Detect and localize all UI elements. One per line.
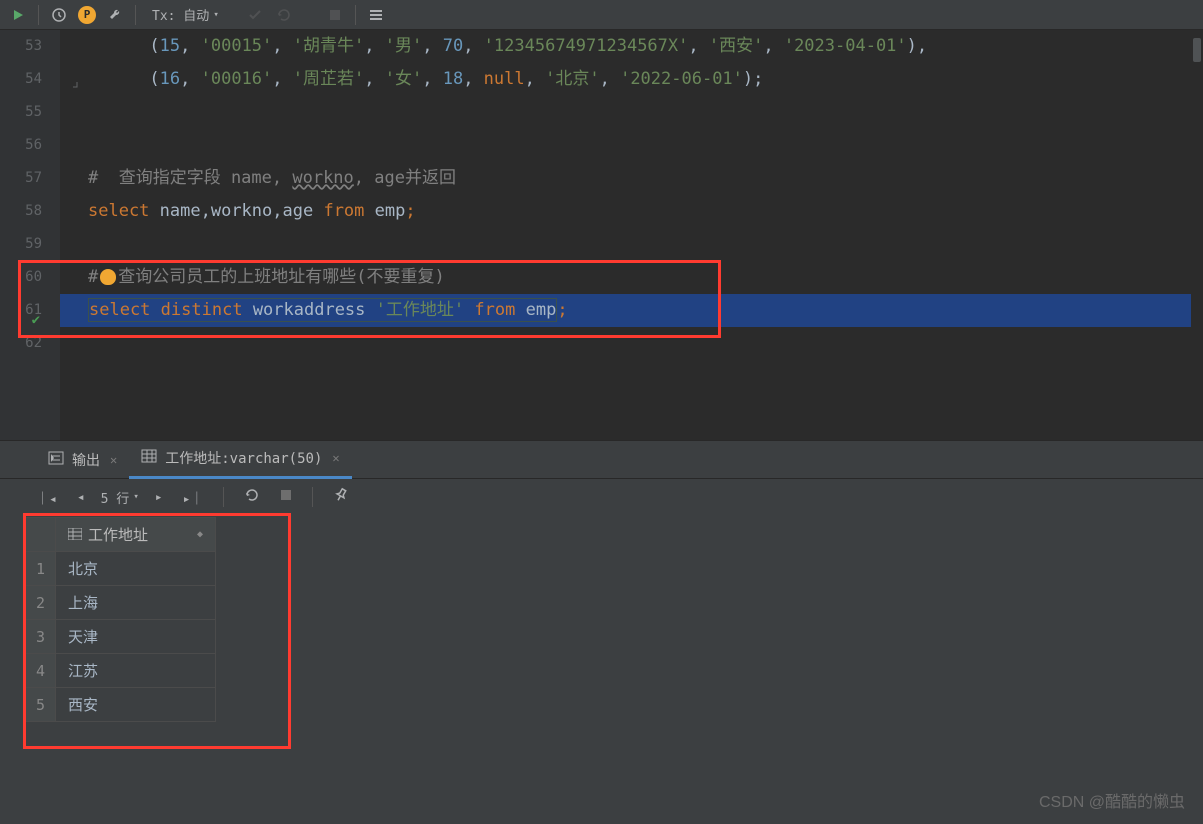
- reload-button[interactable]: [240, 487, 264, 507]
- history-button[interactable]: [47, 3, 71, 27]
- results-toolbar: ｜◂ ◂ 5 行 ▾ ▸ ▸｜: [0, 479, 1203, 515]
- row-count-dropdown[interactable]: 5 行 ▾: [101, 488, 139, 507]
- sort-icon[interactable]: ◆: [197, 529, 203, 540]
- pin-button[interactable]: [329, 487, 353, 507]
- wrench-button[interactable]: [103, 3, 127, 27]
- results-tab-bar: 输出 ✕ 工作地址:varchar(50) ✕: [0, 441, 1203, 479]
- table-icon: [68, 526, 82, 544]
- run-button[interactable]: [6, 3, 30, 27]
- tx-label-text: Tx: 自动: [152, 5, 209, 24]
- output-icon: [48, 451, 64, 469]
- corner-cell: [26, 518, 56, 552]
- stop-button[interactable]: [323, 3, 347, 27]
- row-count-label: 5 行: [101, 488, 130, 507]
- code-editor[interactable]: 53 54 55 56 57 58 59 60 61 ✔ 62 (15, '00…: [0, 30, 1203, 440]
- chevron-down-icon: ▾: [133, 492, 138, 502]
- tx-mode-dropdown[interactable]: Tx: 自动 ▾: [152, 5, 219, 24]
- table-row[interactable]: 3天津: [26, 620, 216, 654]
- stop-result-button[interactable]: [276, 489, 296, 505]
- output-tab[interactable]: 输出 ✕: [36, 441, 129, 479]
- intention-bulb-icon[interactable]: [100, 269, 116, 285]
- next-page-button[interactable]: ▸: [151, 490, 167, 505]
- main-toolbar: P Tx: 自动 ▾: [0, 0, 1203, 30]
- table-row[interactable]: 2上海: [26, 586, 216, 620]
- profile-badge[interactable]: P: [75, 3, 99, 27]
- last-page-button[interactable]: ▸｜: [179, 488, 208, 507]
- column-header[interactable]: 工作地址 ◆: [56, 518, 216, 552]
- results-table[interactable]: 工作地址 ◆ 1北京 2上海 3天津 4江苏 5西安: [25, 517, 216, 722]
- column-name: 工作地址: [88, 524, 148, 545]
- output-tab-label: 输出: [72, 450, 100, 470]
- chevron-down-icon: ▾: [213, 10, 218, 20]
- result-tab-label: 工作地址:varchar(50): [165, 448, 322, 468]
- code-content[interactable]: (15, '00015', '胡青牛', '男', 70, '123456749…: [60, 30, 1203, 440]
- first-page-button[interactable]: ｜◂: [32, 488, 61, 507]
- table-row[interactable]: 4江苏: [26, 654, 216, 688]
- results-panel: 输出 ✕ 工作地址:varchar(50) ✕ ｜◂ ◂ 5 行 ▾ ▸ ▸｜: [0, 440, 1203, 824]
- close-icon[interactable]: ✕: [332, 451, 339, 465]
- table-row[interactable]: 5西安: [26, 688, 216, 722]
- result-tab[interactable]: 工作地址:varchar(50) ✕: [129, 441, 351, 479]
- watermark: CSDN @酷酷的懒虫: [1039, 788, 1185, 812]
- table-icon: [141, 449, 157, 467]
- commit-button[interactable]: [243, 3, 267, 27]
- line-gutter: 53 54 55 56 57 58 59 60 61 ✔ 62: [0, 30, 60, 440]
- rollback-button[interactable]: [271, 3, 295, 27]
- prev-page-button[interactable]: ◂: [73, 490, 89, 505]
- table-row[interactable]: 1北京: [26, 552, 216, 586]
- close-icon[interactable]: ✕: [110, 453, 117, 467]
- editor-scrollbar[interactable]: [1191, 30, 1203, 440]
- view-settings-button[interactable]: [364, 3, 388, 27]
